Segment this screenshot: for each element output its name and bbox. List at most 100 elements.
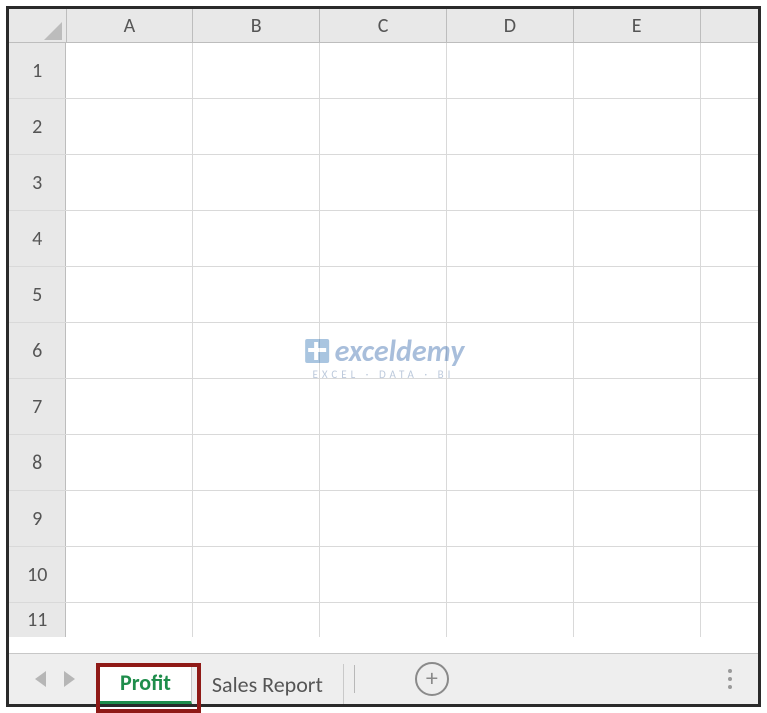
cell[interactable] <box>66 323 193 378</box>
row-header[interactable]: 5 <box>9 267 66 322</box>
cell[interactable] <box>193 155 320 210</box>
cell[interactable] <box>320 155 447 210</box>
cell[interactable] <box>701 323 758 378</box>
row-header[interactable]: 7 <box>9 379 66 434</box>
sheet-tab-active[interactable]: Profit <box>99 664 192 704</box>
cell[interactable] <box>320 491 447 546</box>
worksheet-grid[interactable]: A B C D E 1 2 <box>9 9 758 654</box>
cell[interactable] <box>447 99 574 154</box>
plus-icon: + <box>426 667 438 691</box>
cell[interactable] <box>66 379 193 434</box>
tab-options-menu[interactable] <box>720 669 740 689</box>
row-header[interactable]: 9 <box>9 491 66 546</box>
column-header-row: A B C D E <box>9 9 758 43</box>
new-sheet-button[interactable]: + <box>415 662 449 696</box>
sheet-tabs: Profit Sales Report <box>99 654 344 704</box>
cell[interactable] <box>66 211 193 266</box>
column-header[interactable]: D <box>447 9 574 42</box>
cell[interactable] <box>447 211 574 266</box>
cell[interactable] <box>574 155 701 210</box>
column-header[interactable]: B <box>193 9 320 42</box>
cell[interactable] <box>193 435 320 490</box>
grid-row: 9 <box>9 491 758 547</box>
cell[interactable] <box>66 491 193 546</box>
cell[interactable] <box>574 435 701 490</box>
column-header[interactable]: A <box>67 9 194 42</box>
column-header-partial[interactable] <box>701 9 758 42</box>
cell[interactable] <box>320 211 447 266</box>
cell[interactable] <box>447 43 574 98</box>
cell[interactable] <box>701 99 758 154</box>
row-header[interactable]: 4 <box>9 211 66 266</box>
cell[interactable] <box>447 435 574 490</box>
cell[interactable] <box>574 43 701 98</box>
cell[interactable] <box>447 491 574 546</box>
tab-scroll-right-icon[interactable] <box>64 671 75 687</box>
row-header[interactable]: 6 <box>9 323 66 378</box>
row-header[interactable]: 11 <box>9 603 66 637</box>
cell[interactable] <box>320 267 447 322</box>
cell[interactable] <box>447 379 574 434</box>
cell[interactable] <box>574 267 701 322</box>
grid-row: 1 <box>9 43 758 99</box>
cell[interactable] <box>66 603 193 637</box>
cell[interactable] <box>320 435 447 490</box>
cell[interactable] <box>320 547 447 602</box>
row-header[interactable]: 10 <box>9 547 66 602</box>
cell[interactable] <box>193 323 320 378</box>
cell[interactable] <box>66 43 193 98</box>
cell[interactable] <box>701 267 758 322</box>
cell[interactable] <box>701 211 758 266</box>
cell[interactable] <box>701 547 758 602</box>
cell[interactable] <box>574 603 701 637</box>
sheet-tab-label: Sales Report <box>212 671 323 698</box>
column-header[interactable]: C <box>320 9 447 42</box>
cell[interactable] <box>66 267 193 322</box>
cell[interactable] <box>320 379 447 434</box>
cell[interactable] <box>193 99 320 154</box>
select-all-corner[interactable] <box>9 9 67 42</box>
cell[interactable] <box>701 43 758 98</box>
cell[interactable] <box>574 99 701 154</box>
cell[interactable] <box>193 211 320 266</box>
cell[interactable] <box>701 155 758 210</box>
cell[interactable] <box>574 491 701 546</box>
cell[interactable] <box>66 435 193 490</box>
cell[interactable] <box>701 379 758 434</box>
cell[interactable] <box>701 491 758 546</box>
row-header[interactable]: 2 <box>9 99 66 154</box>
cell[interactable] <box>66 155 193 210</box>
dot-icon <box>728 677 732 681</box>
cell[interactable] <box>193 43 320 98</box>
cell[interactable] <box>320 43 447 98</box>
sheet-tab[interactable]: Sales Report <box>192 664 344 704</box>
cell[interactable] <box>193 267 320 322</box>
cell[interactable] <box>66 547 193 602</box>
cell[interactable] <box>447 267 574 322</box>
cell[interactable] <box>574 323 701 378</box>
cell[interactable] <box>66 99 193 154</box>
cell[interactable] <box>193 379 320 434</box>
grid-row: 3 <box>9 155 758 211</box>
cell[interactable] <box>447 323 574 378</box>
cell[interactable] <box>320 603 447 637</box>
cell[interactable] <box>320 323 447 378</box>
cell[interactable] <box>320 99 447 154</box>
select-all-triangle-icon <box>44 22 62 40</box>
cell[interactable] <box>701 603 758 637</box>
cell[interactable] <box>193 603 320 637</box>
cell[interactable] <box>193 491 320 546</box>
row-header[interactable]: 8 <box>9 435 66 490</box>
cell[interactable] <box>701 435 758 490</box>
cell[interactable] <box>574 547 701 602</box>
cell[interactable] <box>447 603 574 637</box>
cell[interactable] <box>447 155 574 210</box>
cell[interactable] <box>447 547 574 602</box>
cell[interactable] <box>193 547 320 602</box>
tab-scroll-left-icon[interactable] <box>35 671 46 687</box>
row-header[interactable]: 1 <box>9 43 66 98</box>
column-header[interactable]: E <box>574 9 701 42</box>
cell[interactable] <box>574 211 701 266</box>
row-header[interactable]: 3 <box>9 155 66 210</box>
cell[interactable] <box>574 379 701 434</box>
